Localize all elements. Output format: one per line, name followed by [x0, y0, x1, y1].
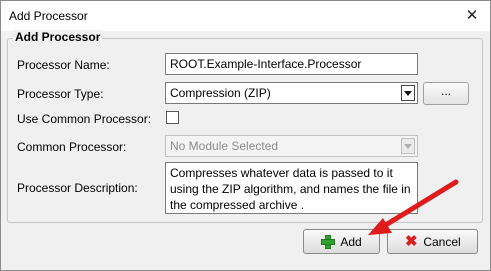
title-bar: Add Processor ✕ [1, 1, 490, 31]
window-title: Add Processor [9, 9, 88, 23]
cancel-icon: ✖ [405, 232, 418, 250]
use-common-processor-checkbox[interactable] [166, 111, 179, 124]
cancel-button[interactable]: ✖ Cancel [387, 229, 478, 254]
add-processor-group: Add Processor Processor Name: ROOT.Examp… [7, 30, 483, 223]
processor-name-input[interactable]: ROOT.Example-Interface.Processor [165, 53, 418, 75]
add-button-label: Add [340, 234, 362, 249]
processor-description-textarea[interactable]: Compresses whatever data is passed to it… [165, 162, 418, 214]
processor-type-select[interactable]: Compression (ZIP) [165, 82, 418, 104]
chevron-down-icon [401, 138, 415, 154]
common-processor-select: No Module Selected [165, 135, 418, 157]
common-processor-label: Common Processor: [17, 140, 127, 154]
use-common-processor-label: Use Common Processor: [17, 112, 152, 126]
group-legend: Add Processor [13, 30, 103, 44]
processor-name-label: Processor Name: [17, 58, 110, 72]
processor-type-value: Compression (ZIP) [170, 86, 271, 100]
cancel-button-label: Cancel [423, 234, 461, 249]
plus-icon [321, 234, 336, 249]
add-button[interactable]: Add [303, 229, 380, 254]
close-icon[interactable]: ✕ [460, 5, 484, 27]
common-processor-value: No Module Selected [170, 139, 279, 153]
processor-type-label: Processor Type: [17, 87, 104, 101]
browse-button[interactable]: ... [423, 82, 469, 105]
processor-description-label: Processor Description: [17, 181, 138, 195]
chevron-down-icon[interactable] [401, 85, 415, 101]
add-processor-dialog: Add Processor ✕ Add Processor Processor … [0, 0, 491, 271]
